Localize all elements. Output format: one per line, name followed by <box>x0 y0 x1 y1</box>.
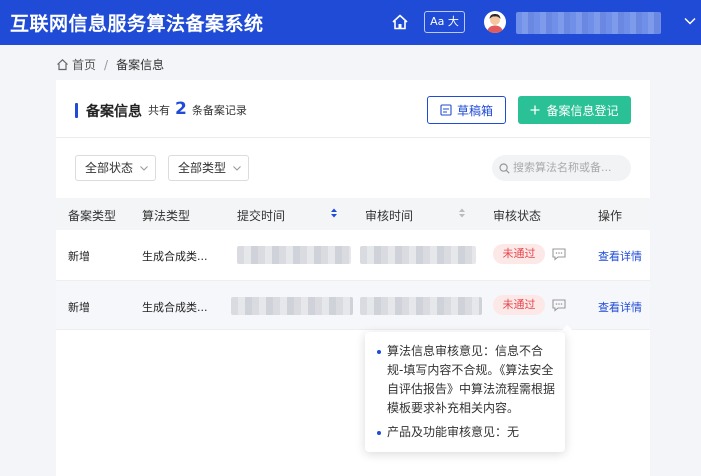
breadcrumb: 首页 / 备案信息 <box>56 56 164 73</box>
breadcrumb-current: 备案信息 <box>116 58 165 72</box>
add-filing-button[interactable]: 备案信息登记 <box>518 96 631 124</box>
font-size-button[interactable]: Aa 大 <box>424 11 465 33</box>
cell-algorithm-type: 生成合成类... <box>142 301 208 314</box>
sort-icon[interactable] <box>458 207 466 219</box>
home-icon <box>57 58 68 71</box>
divider <box>56 137 650 138</box>
app-title: 互联网信息服务算法备案系统 <box>10 13 264 35</box>
status-filter-select[interactable]: 全部状态 <box>75 155 156 181</box>
col-review-status: 审核状态 <box>493 209 542 223</box>
comment-icon[interactable] <box>552 248 566 261</box>
view-details-link[interactable]: 查看详情 <box>598 248 642 264</box>
draft-icon <box>440 104 452 116</box>
plus-icon <box>530 105 540 115</box>
search-icon <box>499 163 510 174</box>
status-badge: 未通过 <box>493 295 545 315</box>
draft-box-button[interactable]: 草稿箱 <box>427 96 506 124</box>
search-placeholder: 搜索算法名称或备... <box>513 161 612 174</box>
search-input[interactable]: 搜索算法名称或备... <box>492 155 631 181</box>
user-avatar-icon <box>486 13 504 33</box>
cell-filing-type: 新增 <box>68 250 90 263</box>
breadcrumb-home[interactable]: 首页 <box>72 56 96 73</box>
review-opinion-tooltip: 算法信息审核意见：信息不合规-填写内容不合规。《算法安全自评估报告》中算法流程需… <box>365 332 565 452</box>
col-action: 操作 <box>598 209 623 223</box>
panel-title: 备案信息 <box>86 104 142 120</box>
comment-icon[interactable] <box>552 299 566 312</box>
table-header: 备案类型 算法类型 提交时间 审核时间 审核状态 操作 <box>56 198 650 230</box>
submit-time-redacted <box>237 246 351 264</box>
breadcrumb-separator: / <box>104 57 109 72</box>
product-review-opinion: 产品及功能审核意见：无 <box>387 425 520 439</box>
tooltip-arrow <box>560 325 574 332</box>
table-row: 新增 生成合成类... 未通过 查看详情 <box>56 280 650 330</box>
tooltip-item: 算法信息审核意见：信息不合规-填写内容不合规。《算法安全自评估报告》中算法流程需… <box>377 342 555 418</box>
chevron-down-icon <box>233 166 241 171</box>
table-row: 新增 生成合成类... 未通过 查看详情 <box>56 230 650 280</box>
col-algorithm-type: 算法类型 <box>142 209 191 223</box>
type-filter-select[interactable]: 全部类型 <box>168 155 249 181</box>
home-icon[interactable] <box>391 13 409 31</box>
algorithm-review-opinion: 算法信息审核意见：信息不合规-填写内容不合规。《算法安全自评估报告》中算法流程需… <box>387 344 556 415</box>
status-badge: 未通过 <box>493 244 545 264</box>
bullet-dot <box>377 431 381 435</box>
tooltip-item: 产品及功能审核意见：无 <box>377 423 555 442</box>
chevron-down-icon <box>140 166 148 171</box>
user-name-redacted[interactable] <box>516 12 661 34</box>
record-count: 共有 2 条备案记录 <box>148 99 247 119</box>
review-time-redacted <box>360 246 476 264</box>
avatar[interactable] <box>484 11 506 33</box>
cell-filing-type: 新增 <box>68 301 90 314</box>
col-submit-time[interactable]: 提交时间 <box>237 207 285 224</box>
sort-icon[interactable] <box>330 207 338 219</box>
review-time-redacted <box>360 297 482 315</box>
record-count-number: 2 <box>175 99 187 119</box>
cell-algorithm-type: 生成合成类... <box>142 250 208 263</box>
title-accent-bar <box>75 103 78 118</box>
col-review-time[interactable]: 审核时间 <box>365 207 413 224</box>
top-bar: 互联网信息服务算法备案系统 Aa 大 <box>0 0 701 45</box>
bullet-dot <box>377 350 381 354</box>
chevron-down-icon[interactable] <box>683 14 697 28</box>
view-details-link[interactable]: 查看详情 <box>598 299 642 315</box>
col-filing-type: 备案类型 <box>68 209 117 223</box>
submit-time-redacted <box>231 297 353 315</box>
